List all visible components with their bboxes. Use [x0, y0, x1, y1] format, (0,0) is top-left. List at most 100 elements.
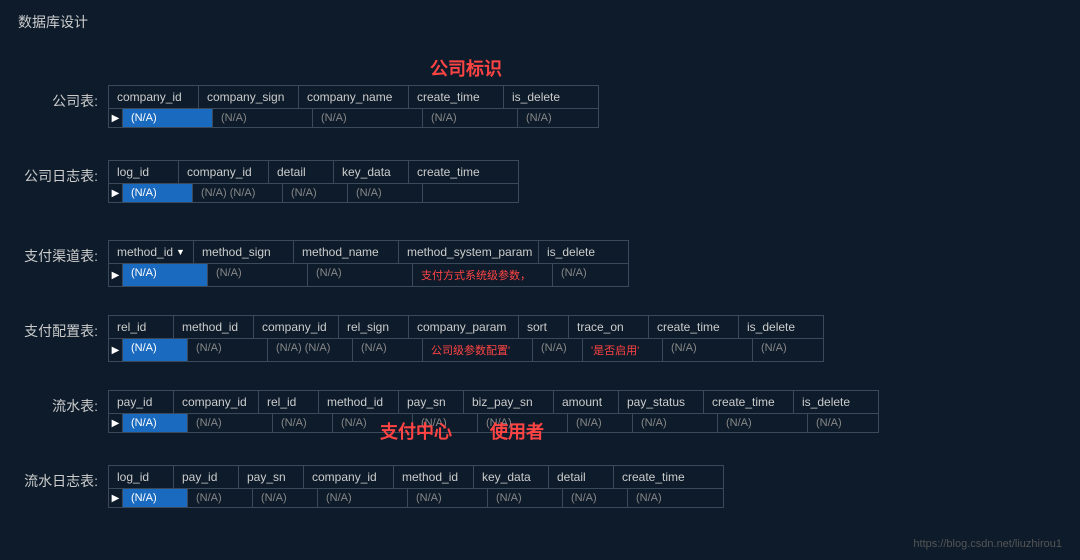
header-col-2-3: method_system_param: [399, 241, 539, 263]
body-col-1-3: (N/A): [348, 184, 423, 202]
body-col-2-2: (N/A): [308, 264, 413, 286]
header-col-5-3: company_id: [304, 466, 394, 488]
table-label-4: 流水表:: [18, 390, 108, 416]
body-col-1-0: (N/A): [123, 184, 193, 202]
table-label-5: 流水日志表:: [18, 465, 108, 491]
body-col-3-3: (N/A): [353, 339, 423, 361]
header-col-4-7: pay_status: [619, 391, 704, 413]
header-col-2-4: is_delete: [539, 241, 614, 263]
body-col-3-0: (N/A): [123, 339, 188, 361]
db-table-2: method_id ▼method_signmethod_namemethod_…: [108, 240, 629, 287]
header-col-3-4: company_param: [409, 316, 519, 338]
table-row-wrapper-2: 支付渠道表:method_id ▼method_signmethod_namem…: [18, 240, 629, 287]
body-col-0-2: (N/A): [313, 109, 423, 127]
header-col-4-8: create_time: [704, 391, 794, 413]
header-col-4-6: amount: [554, 391, 619, 413]
body-col-1-1: (N/A) (N/A): [193, 184, 283, 202]
header-col-3-0: rel_id: [109, 316, 174, 338]
body-col-5-5: (N/A): [488, 489, 563, 507]
body-col-5-3: (N/A): [318, 489, 408, 507]
table-label-2: 支付渠道表:: [18, 240, 108, 266]
table-label-0: 公司表:: [18, 85, 108, 111]
header-col-5-1: pay_id: [174, 466, 239, 488]
body-col-3-6: '是否启用': [583, 339, 663, 361]
table-row-wrapper-0: 公司表:company_idcompany_signcompany_namecr…: [18, 85, 599, 128]
body-col-4-1: (N/A): [188, 414, 273, 432]
header-col-2-1: method_sign: [194, 241, 294, 263]
body-col-2-0: (N/A): [123, 264, 208, 286]
header-col-3-8: is_delete: [739, 316, 809, 338]
body-col-5-7: (N/A): [628, 489, 723, 507]
body-col-5-2: (N/A): [253, 489, 318, 507]
header-col-3-7: create_time: [649, 316, 739, 338]
overlay-text-2-4: 使用者: [490, 418, 544, 444]
header-col-3-1: method_id: [174, 316, 254, 338]
body-col-3-1: (N/A): [188, 339, 268, 361]
header-col-3-6: trace_on: [569, 316, 649, 338]
db-table-3: rel_idmethod_idcompany_idrel_signcompany…: [108, 315, 824, 362]
body-col-3-5: (N/A): [533, 339, 583, 361]
table-row-wrapper-1: 公司日志表:log_idcompany_iddetailkey_datacrea…: [18, 160, 519, 203]
header-col-4-1: company_id: [174, 391, 259, 413]
table-label-3: 支付配置表:: [18, 315, 108, 341]
header-col-4-0: pay_id: [109, 391, 174, 413]
body-col-3-2: (N/A) (N/A): [268, 339, 353, 361]
body-col-4-6: (N/A): [568, 414, 633, 432]
body-col-4-0: (N/A): [123, 414, 188, 432]
header-col-1-1: company_id: [179, 161, 269, 183]
header-col-4-3: method_id: [319, 391, 399, 413]
row-arrow-4: ▶: [109, 414, 123, 432]
row-arrow-2: ▶: [109, 264, 123, 286]
body-col-5-1: (N/A): [188, 489, 253, 507]
header-col-2-2: method_name: [294, 241, 399, 263]
body-col-5-4: (N/A): [408, 489, 488, 507]
header-col-3-5: sort: [519, 316, 569, 338]
table-row-wrapper-5: 流水日志表:log_idpay_idpay_sncompany_idmethod…: [18, 465, 724, 508]
header-col-0-1: company_sign: [199, 86, 299, 108]
db-table-5: log_idpay_idpay_sncompany_idmethod_idkey…: [108, 465, 724, 508]
header-col-5-2: pay_sn: [239, 466, 304, 488]
body-col-0-1: (N/A): [213, 109, 313, 127]
body-col-2-3: 支付方式系统级参数，: [413, 264, 553, 286]
header-col-3-3: rel_sign: [339, 316, 409, 338]
body-col-4-2: (N/A): [273, 414, 333, 432]
company-sign-label: 公司标识: [430, 55, 502, 81]
header-col-0-3: create_time: [409, 86, 504, 108]
header-col-5-4: method_id: [394, 466, 474, 488]
header-col-5-7: create_time: [614, 466, 709, 488]
header-col-1-0: log_id: [109, 161, 179, 183]
db-table-0: company_idcompany_signcompany_namecreate…: [108, 85, 599, 128]
header-col-0-2: company_name: [299, 86, 409, 108]
footer-link: https://blog.csdn.net/liuzhirou1: [913, 538, 1062, 550]
body-col-1-4: [423, 184, 518, 202]
body-col-0-3: (N/A): [423, 109, 518, 127]
body-col-5-0: (N/A): [123, 489, 188, 507]
header-col-1-2: detail: [269, 161, 334, 183]
db-table-1: log_idcompany_iddetailkey_datacreate_tim…: [108, 160, 519, 203]
page-title: 数据库设计: [18, 12, 88, 32]
header-col-4-9: is_delete: [794, 391, 864, 413]
overlay-text-1-4: 支付中心: [380, 418, 452, 444]
header-col-2-0: method_id ▼: [109, 241, 194, 263]
body-col-4-9: (N/A): [808, 414, 878, 432]
body-col-4-8: (N/A): [718, 414, 808, 432]
body-col-2-4: (N/A): [553, 264, 628, 286]
header-col-0-0: company_id: [109, 86, 199, 108]
header-col-4-5: biz_pay_sn: [464, 391, 554, 413]
row-arrow-5: ▶: [109, 489, 123, 507]
body-col-2-1: (N/A): [208, 264, 308, 286]
body-col-0-4: (N/A): [518, 109, 598, 127]
header-col-5-6: detail: [549, 466, 614, 488]
body-col-3-8: (N/A): [753, 339, 823, 361]
body-col-1-2: (N/A): [283, 184, 348, 202]
header-col-4-4: pay_sn: [399, 391, 464, 413]
row-arrow-0: ▶: [109, 109, 123, 127]
body-col-0-0: (N/A): [123, 109, 213, 127]
header-col-5-5: key_data: [474, 466, 549, 488]
header-col-4-2: rel_id: [259, 391, 319, 413]
header-col-3-2: company_id: [254, 316, 339, 338]
header-col-1-4: create_time: [409, 161, 504, 183]
body-col-3-4: 公司级参数配置': [423, 339, 533, 361]
header-col-0-4: is_delete: [504, 86, 584, 108]
row-arrow-3: ▶: [109, 339, 123, 361]
